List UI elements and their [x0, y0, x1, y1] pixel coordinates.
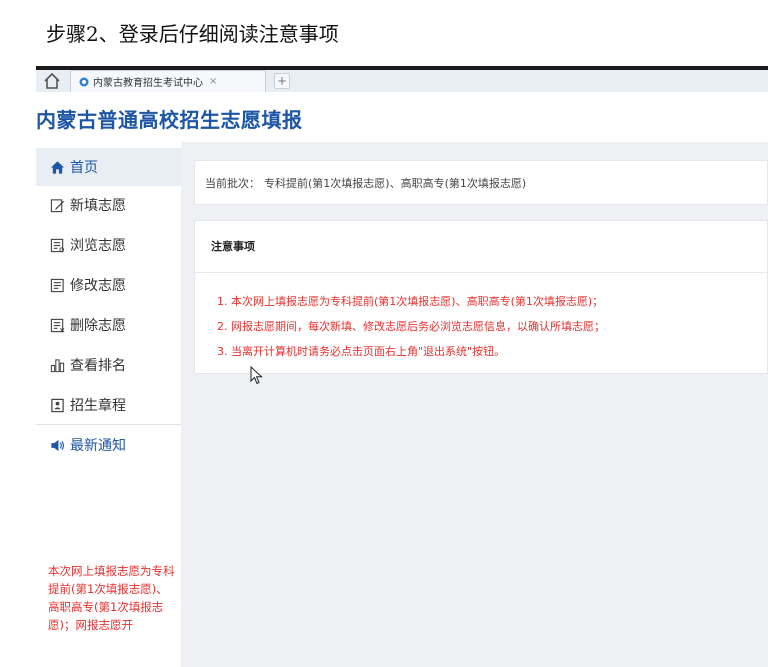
- browser-tab[interactable]: 内蒙古教育招生考试中心 ×: [70, 70, 266, 92]
- sidebar-item-charter[interactable]: 招生章程: [36, 386, 181, 424]
- sidebar-item-label: 浏览志愿: [70, 238, 126, 254]
- app-body: 首页 新填志愿 浏览志愿 修改志愿 删除志愿 查看排名 招生章程 最新通知 本次…: [36, 142, 768, 667]
- notice-panel-title: 注意事项: [195, 221, 767, 273]
- sidebar-item-browse[interactable]: 浏览志愿: [36, 226, 181, 264]
- step-caption: 步骤2、登录后仔细阅读注意事项: [46, 22, 339, 46]
- notice-panel: 注意事项 1. 本次网上填报志愿为专科提前(第1次填报志愿)、高职高专(第1次填…: [194, 220, 768, 374]
- browser-tabstrip: 内蒙古教育招生考试中心 × +: [36, 66, 768, 92]
- new-tab-button[interactable]: +: [274, 73, 290, 89]
- delete-list-icon: [50, 318, 65, 332]
- browser-home-icon[interactable]: [42, 71, 62, 91]
- sidebar-item-ranking[interactable]: 查看排名: [36, 346, 181, 384]
- list-icon: [50, 238, 65, 252]
- batch-value: 专科提前(第1次填报志愿)、高职高专(第1次填报志愿): [264, 176, 527, 190]
- notice-line: 3. 当离开计算机时请务必点击页面右上角"退出系统"按钮。: [217, 345, 506, 358]
- notice-line: 1. 本次网上填报志愿为专科提前(第1次填报志愿)、高职高专(第1次填报志愿)；: [217, 295, 604, 308]
- site-favicon-icon: [79, 77, 89, 86]
- notice-line: 2. 网报志愿期间，每次新填、修改志愿后务必浏览志愿信息，以确认所填志愿；: [217, 320, 605, 333]
- sidebar-item-label: 修改志愿: [70, 278, 126, 294]
- sidebar-item-new[interactable]: 新填志愿: [36, 186, 181, 224]
- sidebar-notice-text: 本次网上填报志愿为专科提前(第1次填报志愿)、高职高专(第1次填报志愿)；网报志…: [48, 564, 175, 632]
- sidebar-item-label: 最新通知: [70, 438, 126, 454]
- sidebar-item-label: 招生章程: [70, 398, 126, 414]
- sidebar-item-label: 首页: [70, 160, 98, 176]
- sidebar-divider: [36, 424, 181, 425]
- speaker-icon: [51, 439, 64, 451]
- current-batch-bar: 当前批次： 专科提前(第1次填报志愿)、高职高专(第1次填报志愿): [194, 160, 768, 205]
- sidebar-item-latest-notice[interactable]: 最新通知: [36, 426, 181, 464]
- tab-title: 内蒙古教育招生考试中心: [93, 78, 203, 89]
- sidebar-item-delete[interactable]: 删除志愿: [36, 306, 181, 344]
- edit-icon: [50, 198, 65, 212]
- tab-close-icon[interactable]: ×: [209, 76, 217, 87]
- sidebar-item-label: 新填志愿: [70, 198, 126, 214]
- document-icon: [50, 278, 64, 292]
- sidebar-item-home[interactable]: 首页: [36, 148, 181, 186]
- home-icon: [50, 160, 65, 174]
- sidebar-item-modify[interactable]: 修改志愿: [36, 266, 181, 304]
- sidebar: 首页 新填志愿 浏览志愿 修改志愿 删除志愿 查看排名 招生章程 最新通知 本次…: [36, 142, 181, 667]
- mouse-cursor-icon: [250, 366, 263, 385]
- sidebar-item-label: 删除志愿: [70, 318, 126, 334]
- batch-label: 当前批次：: [205, 176, 260, 190]
- id-card-icon: [51, 398, 64, 412]
- sidebar-item-label: 查看排名: [70, 358, 126, 374]
- bar-chart-icon: [50, 358, 65, 372]
- notice-list: 1. 本次网上填报志愿为专科提前(第1次填报志愿)、高职高专(第1次填报志愿)；…: [195, 273, 767, 364]
- app-title: 内蒙古普通高校招生志愿填报: [36, 108, 303, 132]
